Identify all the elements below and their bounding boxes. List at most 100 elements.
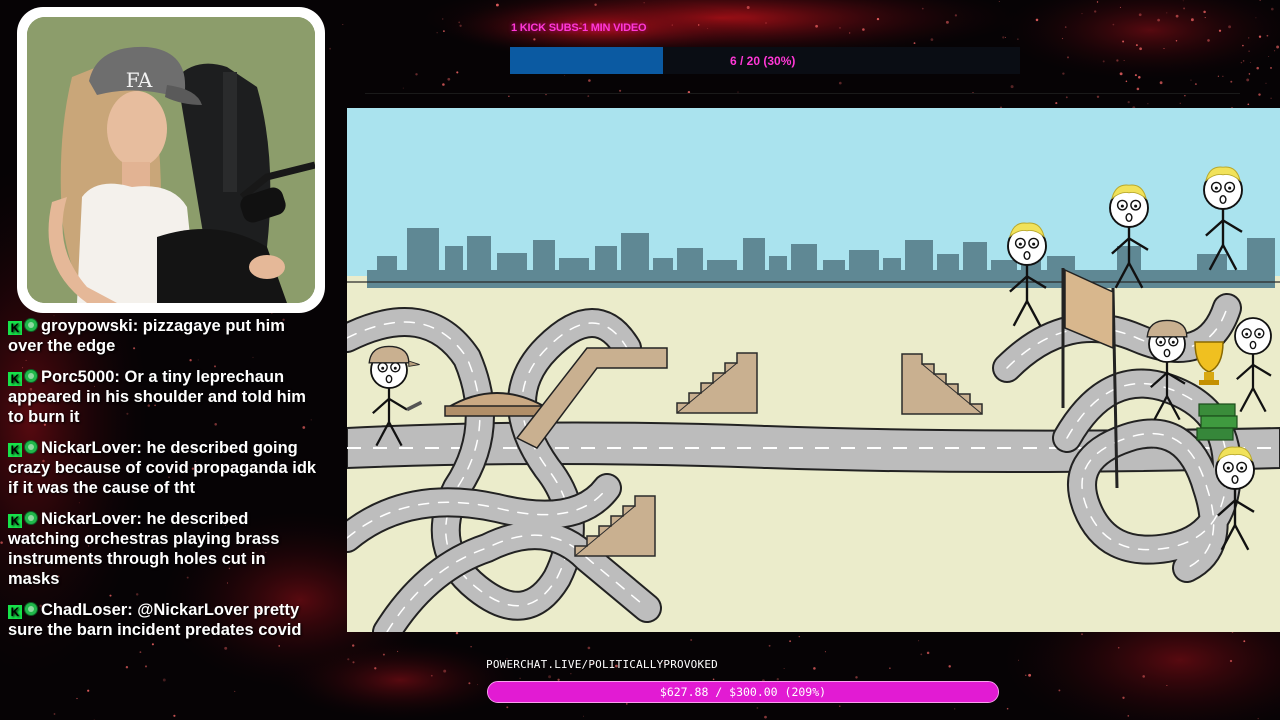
chat-message: Kgroypowski: pizzagaye put him over the … (8, 317, 285, 355)
sparkle (1182, 0, 1184, 2)
sparkle (564, 74, 566, 77)
sparkle (144, 665, 148, 668)
sparkle (838, 81, 842, 85)
sparkle (625, 702, 628, 705)
sparkle (477, 684, 479, 686)
sparkle (278, 645, 281, 647)
sparkle (1123, 59, 1125, 61)
sparkle (1246, 78, 1250, 82)
sparkle (1229, 659, 1233, 663)
sparkle (1142, 675, 1145, 678)
sparkle (1190, 79, 1192, 81)
subscriber-badge-icon (24, 440, 38, 454)
sparkle (1242, 60, 1245, 62)
sparkle (921, 7, 924, 10)
video-player[interactable] (347, 108, 1280, 632)
sparkle (619, 89, 622, 92)
sparkle (671, 24, 673, 26)
sparkle (1134, 74, 1137, 77)
donation-url[interactable]: POWERCHAT.LIVE/POLITICALLYPROVOKED (486, 658, 718, 671)
sparkle (1242, 44, 1244, 47)
sparkle (162, 678, 166, 682)
sparkle (798, 635, 801, 638)
sparkle (347, 658, 350, 661)
sparkle (1270, 66, 1272, 69)
sparkle (87, 689, 90, 692)
sparkle (1240, 61, 1243, 64)
sparkle (1248, 50, 1250, 52)
sparkle (430, 674, 433, 677)
subscriber-badge-icon (24, 602, 38, 616)
sparkle (1258, 35, 1262, 38)
sparkle (1135, 44, 1138, 47)
sparkle (913, 42, 916, 45)
sparkle (455, 631, 459, 635)
sparkle (1159, 81, 1163, 85)
sparkle (1194, 83, 1197, 86)
sparkle (519, 677, 521, 680)
sparkle (76, 697, 78, 700)
sparkle (442, 83, 445, 86)
sparkle (1228, 25, 1232, 29)
sparkle (889, 667, 891, 669)
sparkle (415, 73, 418, 76)
kick-logo-icon: K (8, 605, 22, 619)
sparkle (776, 677, 779, 681)
sparkle (789, 640, 792, 643)
sparkle (697, 24, 700, 26)
sparkle (352, 644, 355, 647)
sparkle (764, 715, 767, 719)
sparkle (1112, 23, 1115, 26)
chat-message: K ChadLoser: @NickarLover pretty sure the… (8, 601, 302, 639)
sparkle (1127, 715, 1130, 717)
sparkle (1259, 0, 1261, 2)
sparkle (1081, 13, 1083, 15)
sparkle (1175, 40, 1178, 42)
sparkle (948, 665, 951, 668)
chat-username[interactable]: ChadLoser (41, 601, 127, 619)
sparkle (1268, 56, 1270, 58)
sparkle (1270, 97, 1272, 99)
webcam-feed: FA (27, 17, 315, 303)
sparkle (443, 669, 447, 673)
sparkle (746, 6, 750, 9)
sparkle (1270, 7, 1274, 11)
sparkle (1243, 640, 1246, 643)
video-top-border (365, 93, 1240, 104)
sparkle (1061, 37, 1064, 40)
sparkle (1096, 1, 1099, 3)
sparkle (1218, 29, 1222, 32)
chat-username[interactable]: Porc5000 (41, 368, 114, 386)
chat-username[interactable]: NickarLover (41, 439, 136, 457)
sparkle (1035, 18, 1039, 22)
sparkle (1138, 13, 1142, 17)
sparkle (1062, 72, 1065, 75)
sparkle (1125, 80, 1128, 83)
sparkle (1257, 717, 1259, 720)
sparkle (926, 651, 930, 655)
sparkle (1190, 18, 1194, 22)
sparkle (1094, 10, 1097, 13)
sparkle (1256, 66, 1259, 70)
sparkle (954, 14, 958, 17)
sparkle (1230, 80, 1233, 83)
sparkle (1217, 75, 1220, 77)
sparkle (402, 87, 404, 89)
chat-username[interactable]: NickarLover (41, 510, 136, 528)
kick-logo-icon: K (8, 321, 22, 335)
sparkle (436, 32, 438, 34)
sparkle (954, 708, 956, 710)
sparkle (1025, 674, 1027, 676)
sparkle (234, 690, 236, 692)
kick-logo-icon: K (8, 514, 22, 528)
sparkle (1249, 62, 1251, 63)
sparkle (458, 21, 461, 24)
webcam-frame: FA (17, 7, 325, 313)
sparkle (756, 707, 759, 709)
sparkle (329, 47, 331, 50)
sparkle (459, 24, 462, 27)
chat-username[interactable]: groypowski (41, 317, 133, 335)
sparkle (1028, 673, 1032, 677)
sparkle (765, 22, 767, 24)
sparkle (783, 668, 785, 669)
